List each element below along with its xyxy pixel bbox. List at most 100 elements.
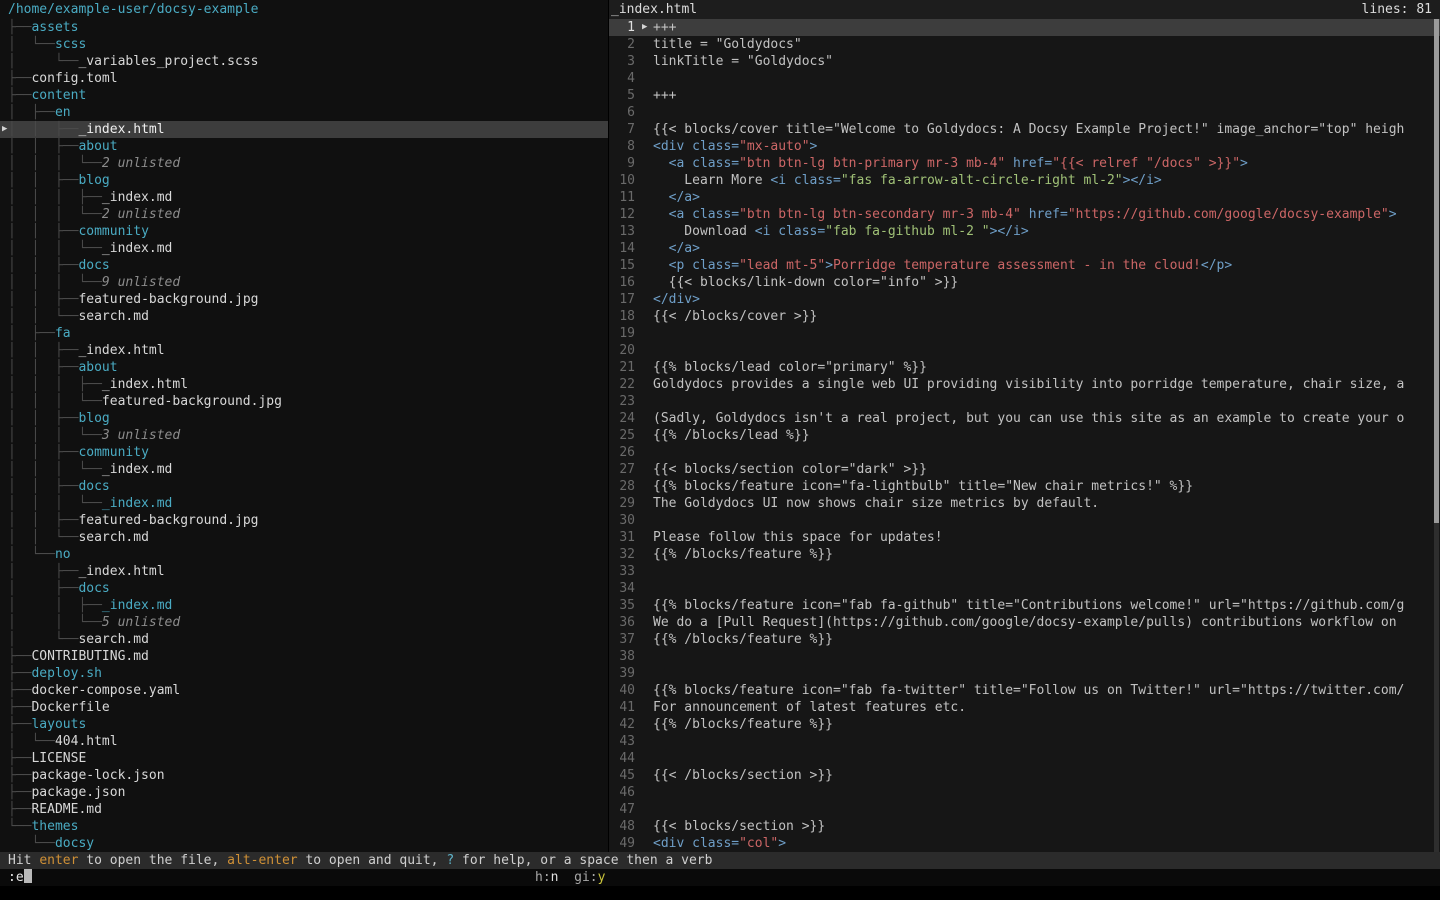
line-number: 43 [609, 733, 639, 750]
tree-item[interactable]: ├──package-lock.json [0, 767, 608, 784]
tree-item[interactable]: │ ├──_index.html [0, 563, 608, 580]
tree-item[interactable]: ├──layouts [0, 716, 608, 733]
tree-item-label: docker-compose.yaml [31, 683, 180, 698]
tree-item[interactable]: │ │ │ └──2 unlisted [0, 155, 608, 172]
tree-item[interactable]: ├──Dockerfile [0, 699, 608, 716]
line-number: 17 [609, 291, 639, 308]
tree-item[interactable]: │ └──search.md [0, 631, 608, 648]
tree-item[interactable]: ├──content [0, 87, 608, 104]
tree-item[interactable]: │ │ ├──_index.md [0, 597, 608, 614]
code-line-text: We do a [Pull Request](https://github.co… [639, 614, 1440, 631]
tree-item[interactable]: ├──README.md [0, 801, 608, 818]
tree-item[interactable]: ├──docker-compose.yaml [0, 682, 608, 699]
tree-item-label: _index.md [102, 190, 172, 205]
tree-item[interactable]: │ │ ├──about [0, 138, 608, 155]
command-input[interactable]: :e [8, 869, 32, 886]
tree-item[interactable]: │ │ │ └──_index.md [0, 495, 608, 512]
line-number: 30 [609, 512, 639, 529]
text-cursor [24, 869, 32, 883]
tree-item[interactable]: ├──CONTRIBUTING.md [0, 648, 608, 665]
tree-item[interactable]: │ └──no [0, 546, 608, 563]
code-segment: "{{< relref "/docs" >}}" [1052, 156, 1240, 171]
tree-item[interactable]: │ │ │ ├──_index.html [0, 376, 608, 393]
tree-item[interactable]: │ │ │ └──_index.md [0, 461, 608, 478]
code-segment: > [1240, 156, 1248, 171]
line-number: 41 [609, 699, 639, 716]
code-segment: {{% blocks/feature icon="fab fa-twitter"… [653, 683, 1404, 698]
tree-item[interactable]: │ │ │ └──featured-background.jpg [0, 393, 608, 410]
tree-item[interactable]: │ │ │ ├──_index.md [0, 189, 608, 206]
line-number: 14 [609, 240, 639, 257]
code-segment: {{< blocks/section >}} [653, 819, 825, 834]
line-number: 16 [609, 274, 639, 291]
tree-item[interactable]: │ └──scss [0, 36, 608, 53]
code-segment: {{% /blocks/lead %}} [653, 428, 810, 443]
code-line: 12 <a class="btn btn-lg btn-secondary mr… [609, 206, 1440, 223]
code-segment: title = "Goldydocs" [653, 37, 802, 52]
tree-item[interactable]: │ └──404.html [0, 733, 608, 750]
code-line-text [639, 563, 1440, 580]
tree-item[interactable]: │ │ ├──_index.html [0, 342, 608, 359]
line-number: 32 [609, 546, 639, 563]
tree-item[interactable]: └──themes [0, 818, 608, 835]
status-text: to open and quit, [298, 853, 447, 868]
tree-item[interactable]: │ │ ├──blog [0, 172, 608, 189]
code-line: 4 [609, 70, 1440, 87]
tree-item[interactable]: │ │ │ └──_index.md [0, 240, 608, 257]
tree-item-label: _index.md [102, 241, 172, 256]
tree-item[interactable]: │ │ └──5 unlisted [0, 614, 608, 631]
line-number: 28 [609, 478, 639, 495]
code-line-text: {{% /blocks/feature %}} [639, 631, 1440, 648]
tree-item[interactable]: ▶│ │ ├──_index.html [0, 121, 608, 138]
tree-item-label: README.md [31, 802, 101, 817]
status-text: Hit [8, 853, 39, 868]
code-segment: <div class= [653, 836, 739, 851]
tree-item[interactable]: │ │ ├──community [0, 444, 608, 461]
tree-item[interactable]: ├──assets [0, 19, 608, 36]
code-segment: The Goldydocs UI now shows chair size me… [653, 496, 1099, 511]
tree-item[interactable]: │ └──_variables_project.scss [0, 53, 608, 70]
tree-item[interactable]: │ │ ├──featured-background.jpg [0, 291, 608, 308]
tree-item[interactable]: ├──package.json [0, 784, 608, 801]
tree-item[interactable]: │ ├──fa [0, 325, 608, 342]
tree-item[interactable]: ├──deploy.sh [0, 665, 608, 682]
tree-item[interactable]: │ │ │ └──3 unlisted [0, 427, 608, 444]
code-line-text: The Goldydocs UI now shows chair size me… [639, 495, 1440, 512]
tree-item[interactable]: │ │ ├──about [0, 359, 608, 376]
tree-item[interactable]: │ ├──en [0, 104, 608, 121]
preview-scrollbar-thumb[interactable] [1434, 19, 1439, 523]
tree-item-label: _index.html [78, 122, 164, 137]
tree-item[interactable]: ├──LICENSE [0, 750, 608, 767]
tree-item[interactable]: │ │ ├──docs [0, 257, 608, 274]
line-number: 45 [609, 767, 639, 784]
tree-item[interactable]: │ ├──docs [0, 580, 608, 597]
root-path[interactable]: /home/example-user/docsy-example [0, 0, 608, 19]
tree-item-label: themes [31, 819, 78, 834]
tree-branch: │ ├── [8, 326, 55, 341]
tree-item[interactable]: │ │ └──search.md [0, 529, 608, 546]
tree-item[interactable]: └──docsy [0, 835, 608, 852]
code-line-text: {{% blocks/feature icon="fab fa-github" … [639, 597, 1440, 614]
tree-branch: │ └── [8, 734, 55, 749]
input-value: e [16, 870, 24, 885]
tree-item[interactable]: │ │ │ └──9 unlisted [0, 274, 608, 291]
code-line: 7{{< blocks/cover title="Welcome to Gold… [609, 121, 1440, 138]
code-line: 30 [609, 512, 1440, 529]
tree-item[interactable]: │ │ ├──featured-background.jpg [0, 512, 608, 529]
code-segment: (Sadly, Goldydocs isn't a real project, … [653, 411, 1404, 426]
tree-branch: │ │ │ └── [8, 275, 102, 290]
tree-item[interactable]: │ │ ├──docs [0, 478, 608, 495]
tree-item[interactable]: │ │ └──search.md [0, 308, 608, 325]
tree-item[interactable]: │ │ ├──blog [0, 410, 608, 427]
line-number: 46 [609, 784, 639, 801]
tree-branch: │ │ │ └── [8, 462, 102, 477]
tree-branch: │ │ │ ├── [8, 377, 102, 392]
tree-item[interactable]: ├──config.toml [0, 70, 608, 87]
code-segment: "fas fa-arrow-alt-circle-right ml-2" [841, 173, 1123, 188]
file-tree: ├──assets│ └──scss│ └──_variables_projec… [0, 19, 608, 852]
tree-item[interactable]: │ │ ├──community [0, 223, 608, 240]
code-line-text: {{% /blocks/feature %}} [639, 716, 1440, 733]
code-segment: "lead mt-5" [739, 258, 825, 273]
code-segment: {{% /blocks/feature %}} [653, 547, 833, 562]
tree-item[interactable]: │ │ │ └──2 unlisted [0, 206, 608, 223]
